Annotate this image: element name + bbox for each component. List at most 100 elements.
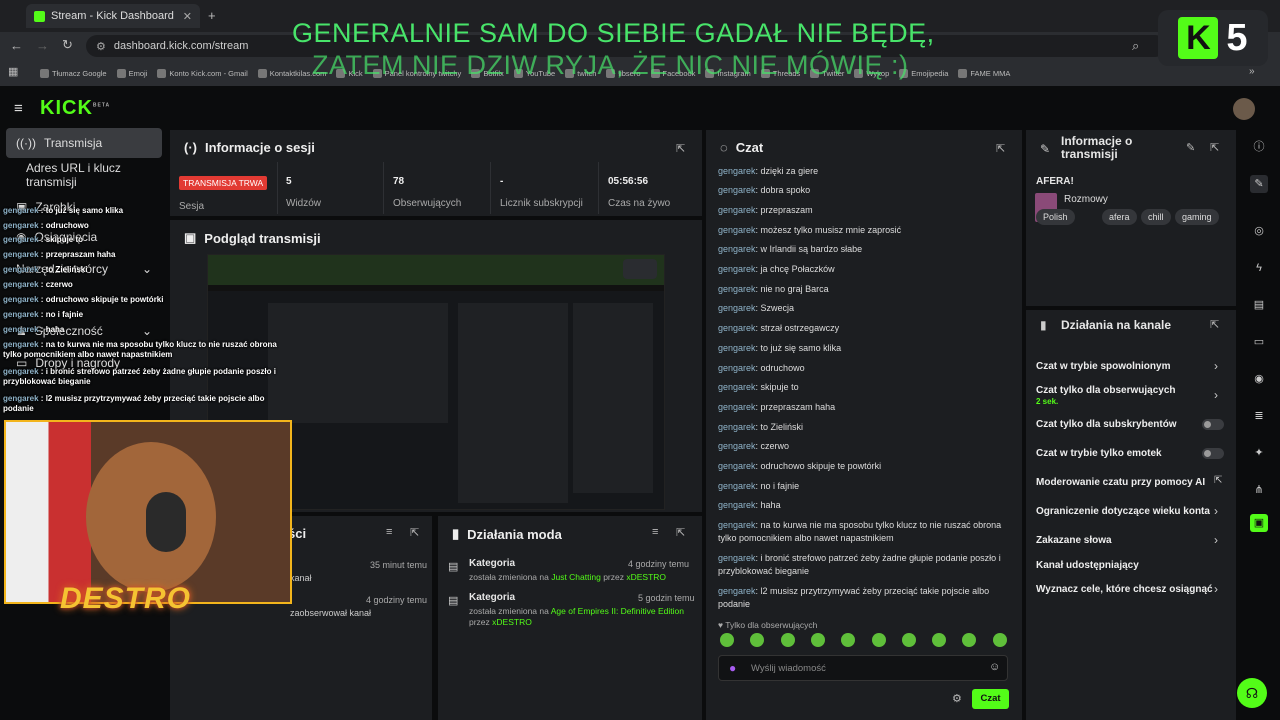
chat-username[interactable]: gengarek — [718, 244, 756, 254]
info-icon[interactable]: ⓘ — [1250, 138, 1268, 156]
chat-username[interactable]: gengarek — [718, 205, 756, 215]
edit-icon[interactable]: ✎ — [1250, 175, 1268, 193]
share-icon[interactable]: ⋔ — [1250, 481, 1268, 499]
edit-pencil-icon[interactable]: ✎ — [1186, 141, 1195, 154]
document-icon[interactable]: ▤ — [1250, 296, 1268, 314]
filter-icon[interactable]: ≡ — [386, 526, 392, 538]
chat-username[interactable]: gengarek — [718, 422, 756, 432]
action-host-channel[interactable]: Kanał udostępniający — [1036, 560, 1218, 571]
chat-settings-gear-icon[interactable]: ⚙ — [952, 692, 962, 705]
chat-username[interactable]: gengarek — [718, 382, 756, 392]
chat-username[interactable]: gengarek — [718, 284, 756, 294]
search-icon[interactable]: ⌕ — [1132, 38, 1139, 54]
user-link[interactable]: xDESTRO — [626, 572, 666, 582]
chevron-right-icon[interactable]: › — [1214, 359, 1218, 373]
bookmark-item[interactable]: Tłumacz Google — [40, 68, 107, 78]
action-account-age[interactable]: Ograniczenie dotyczące wieku konta — [1036, 506, 1218, 517]
category-link[interactable]: Just Chatting — [551, 572, 601, 582]
emote-icon[interactable] — [720, 633, 734, 647]
emoji-picker-icon[interactable]: ☺ — [989, 661, 1000, 673]
mod-tool-icon[interactable]: ▣ — [1250, 514, 1268, 532]
action-goals[interactable]: Wyznacz cele, które chcesz osiągnąć — [1036, 584, 1218, 595]
microphone-icon[interactable]: ● — [729, 661, 736, 675]
wrench-icon[interactable]: ✦ — [1250, 444, 1268, 462]
stream-tag: chill — [1141, 209, 1171, 225]
followers-only-label: Tylko dla obserwujących — [725, 620, 818, 630]
bookmark-item[interactable]: FAME MMA — [958, 68, 1010, 78]
chat-username[interactable]: gengarek — [718, 303, 756, 313]
new-tab-icon[interactable]: + — [208, 8, 216, 23]
support-icon[interactable]: ☊ — [1237, 678, 1267, 708]
chat-username[interactable]: gengarek — [718, 343, 756, 353]
send-chat-button[interactable]: Czat — [972, 689, 1009, 709]
chat-input[interactable]: ● Wyślij wiadomość ☺ — [718, 655, 1008, 681]
chevron-right-icon[interactable]: › — [1214, 582, 1218, 596]
popout-icon[interactable]: ⇱ — [1210, 318, 1219, 331]
popout-icon[interactable]: ⇱ — [410, 526, 419, 539]
chat-username[interactable]: gengarek — [718, 553, 756, 563]
sidebar-item-transmisja[interactable]: ((·)) Transmisja — [6, 128, 162, 158]
close-tab-icon[interactable]: ✕ — [183, 10, 192, 23]
focus-icon[interactable]: ◎ — [1250, 222, 1268, 240]
user-link[interactable]: xDESTRO — [492, 617, 532, 627]
chat-username[interactable]: gengarek — [718, 500, 756, 510]
kick-logo[interactable]: KICKBETA — [40, 97, 110, 120]
apps-grid-icon[interactable]: ▦ — [8, 65, 18, 78]
chat-username[interactable]: gengarek — [718, 520, 756, 530]
action-banned-words[interactable]: Zakazane słowa — [1036, 535, 1218, 546]
hamburger-menu-icon[interactable]: ≡ — [14, 100, 23, 117]
category-link[interactable]: Age of Empires II: Definitive Edition — [551, 606, 684, 616]
emote-icon[interactable] — [780, 633, 795, 647]
broadcast-icon[interactable]: ◉ — [1250, 370, 1268, 388]
back-icon[interactable]: ← — [10, 38, 23, 53]
chat-username[interactable]: gengarek — [718, 461, 756, 471]
reload-icon[interactable]: ↻ — [62, 37, 73, 53]
forward-icon[interactable]: → — [36, 38, 49, 53]
chevron-right-icon[interactable]: › — [1214, 533, 1218, 547]
action-slow-mode[interactable]: Czat w trybie spowolnionym — [1036, 361, 1218, 372]
chat-username[interactable]: gengarek — [718, 586, 756, 596]
subs-only-toggle[interactable] — [1202, 419, 1224, 430]
overlay-text-line2: ZATEM NIE DZIW RYJA, ŻE NIC NIE MÓWIĘ :) — [312, 50, 909, 80]
chat-icon[interactable]: ▭ — [1250, 333, 1268, 351]
chat-username[interactable]: gengarek — [718, 225, 756, 235]
tab-title: Stream - Kick Dashboard — [51, 10, 174, 22]
overlay-chat-message: gengarek : no i fajnie — [3, 310, 293, 320]
more-bookmarks-icon[interactable]: » — [1249, 66, 1255, 77]
site-info-icon[interactable]: ⚙ — [96, 40, 106, 53]
chat-username[interactable]: gengarek — [718, 264, 756, 274]
emote-icon[interactable] — [901, 633, 916, 647]
action-followers-only[interactable]: Czat tylko dla obserwujących — [1036, 385, 1218, 396]
lightning-icon[interactable]: ϟ — [1250, 259, 1268, 277]
sidebar-item-stream-key[interactable]: Adres URL i klucz transmisji — [6, 160, 162, 190]
chat-username[interactable]: gengarek — [718, 402, 756, 412]
browser-tab[interactable]: Stream - Kick Dashboard ✕ — [26, 4, 200, 28]
emote-only-toggle[interactable] — [1202, 448, 1224, 459]
overlay-chat-username: gengarek — [3, 206, 39, 215]
chat-username[interactable]: gengarek — [718, 323, 756, 333]
popout-icon[interactable]: ⇱ — [996, 142, 1005, 155]
filter-icon[interactable]: ≡ — [652, 526, 658, 538]
emote-icon[interactable] — [932, 633, 947, 647]
emote-icon[interactable] — [810, 633, 825, 647]
chat-username[interactable]: gengarek — [718, 363, 756, 373]
chat-username[interactable]: gengarek — [718, 166, 756, 176]
user-avatar[interactable] — [1233, 98, 1255, 120]
chat-username[interactable]: gengarek — [718, 481, 756, 491]
popout-icon[interactable]: ⇱ — [676, 142, 685, 155]
panel-title: Informacje o transmisji — [1061, 134, 1133, 161]
action-ai-moderation[interactable]: Moderowanie czatu przy pomocy AI — [1036, 477, 1218, 488]
bookmark-item[interactable]: Konto Kick.com - Gmail — [157, 68, 248, 78]
popout-icon[interactable]: ⇱ — [1210, 141, 1219, 154]
external-link-icon[interactable]: ⇱ — [1214, 475, 1222, 486]
chat-username[interactable]: gengarek — [718, 441, 756, 451]
chat-username[interactable]: gengarek — [718, 185, 756, 195]
layers-icon[interactable]: ≣ — [1250, 407, 1268, 425]
chevron-right-icon[interactable]: › — [1214, 388, 1218, 402]
emote-icon[interactable] — [992, 633, 1007, 647]
popout-icon[interactable]: ⇱ — [676, 526, 685, 539]
bookmark-item[interactable]: Emoji — [116, 68, 147, 78]
emote-icon[interactable] — [871, 633, 886, 647]
chat-text: odruchowo skipuje te powtórki — [760, 461, 882, 471]
chevron-right-icon[interactable]: › — [1214, 504, 1218, 518]
